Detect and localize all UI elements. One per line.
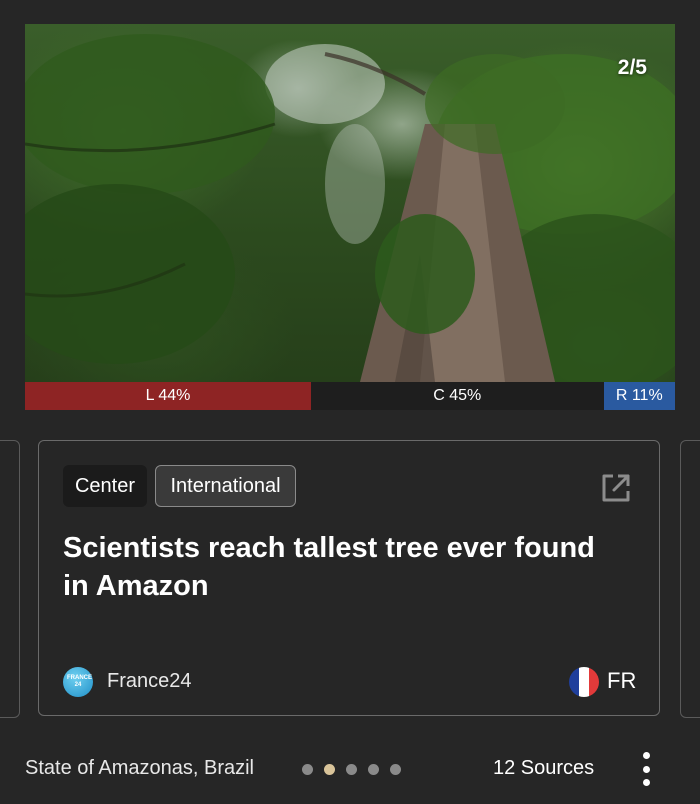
next-story-card[interactable] [680,440,700,718]
bias-distribution-bar[interactable]: L 44% C 45% R 11% [25,382,675,410]
image-counter: 2/5 [617,56,647,79]
country-code: FR [607,668,637,693]
source-row[interactable]: FRANCE 24 France24 FR [63,665,637,699]
forest-photo [25,34,675,382]
pagination-dots[interactable] [302,764,401,775]
france-flag-icon [569,667,599,697]
story-location: State of Amazonas, Brazil [25,757,255,779]
bias-right-segment: R 11% [603,382,675,410]
page-dot[interactable] [302,764,313,775]
page-dot[interactable] [346,764,357,775]
story-footer: State of Amazonas, Brazil 12 Sources [0,740,700,800]
topic-tag[interactable]: International [155,465,296,507]
source-logo-text: FRANCE 24 [67,675,92,688]
france24-logo: FRANCE 24 [63,667,93,697]
bias-center-segment: C 45% [311,382,604,410]
page-dot[interactable] [368,764,379,775]
more-vertical-icon[interactable] [637,752,655,786]
bias-tag[interactable]: Center [63,465,147,507]
story-card[interactable]: Center International Scientists reach ta… [38,440,660,716]
story-headline[interactable]: Scientists reach tallest tree ever found… [63,529,623,605]
bias-left-segment: L 44% [25,382,311,410]
page-dot-active[interactable] [324,764,335,775]
page-dot[interactable] [390,764,401,775]
external-link-icon[interactable] [599,471,633,505]
previous-story-card[interactable] [0,440,20,718]
source-name: France24 [107,670,192,692]
story-hero-image[interactable]: 2/5 [25,24,675,382]
sources-count[interactable]: 12 Sources [493,757,594,780]
